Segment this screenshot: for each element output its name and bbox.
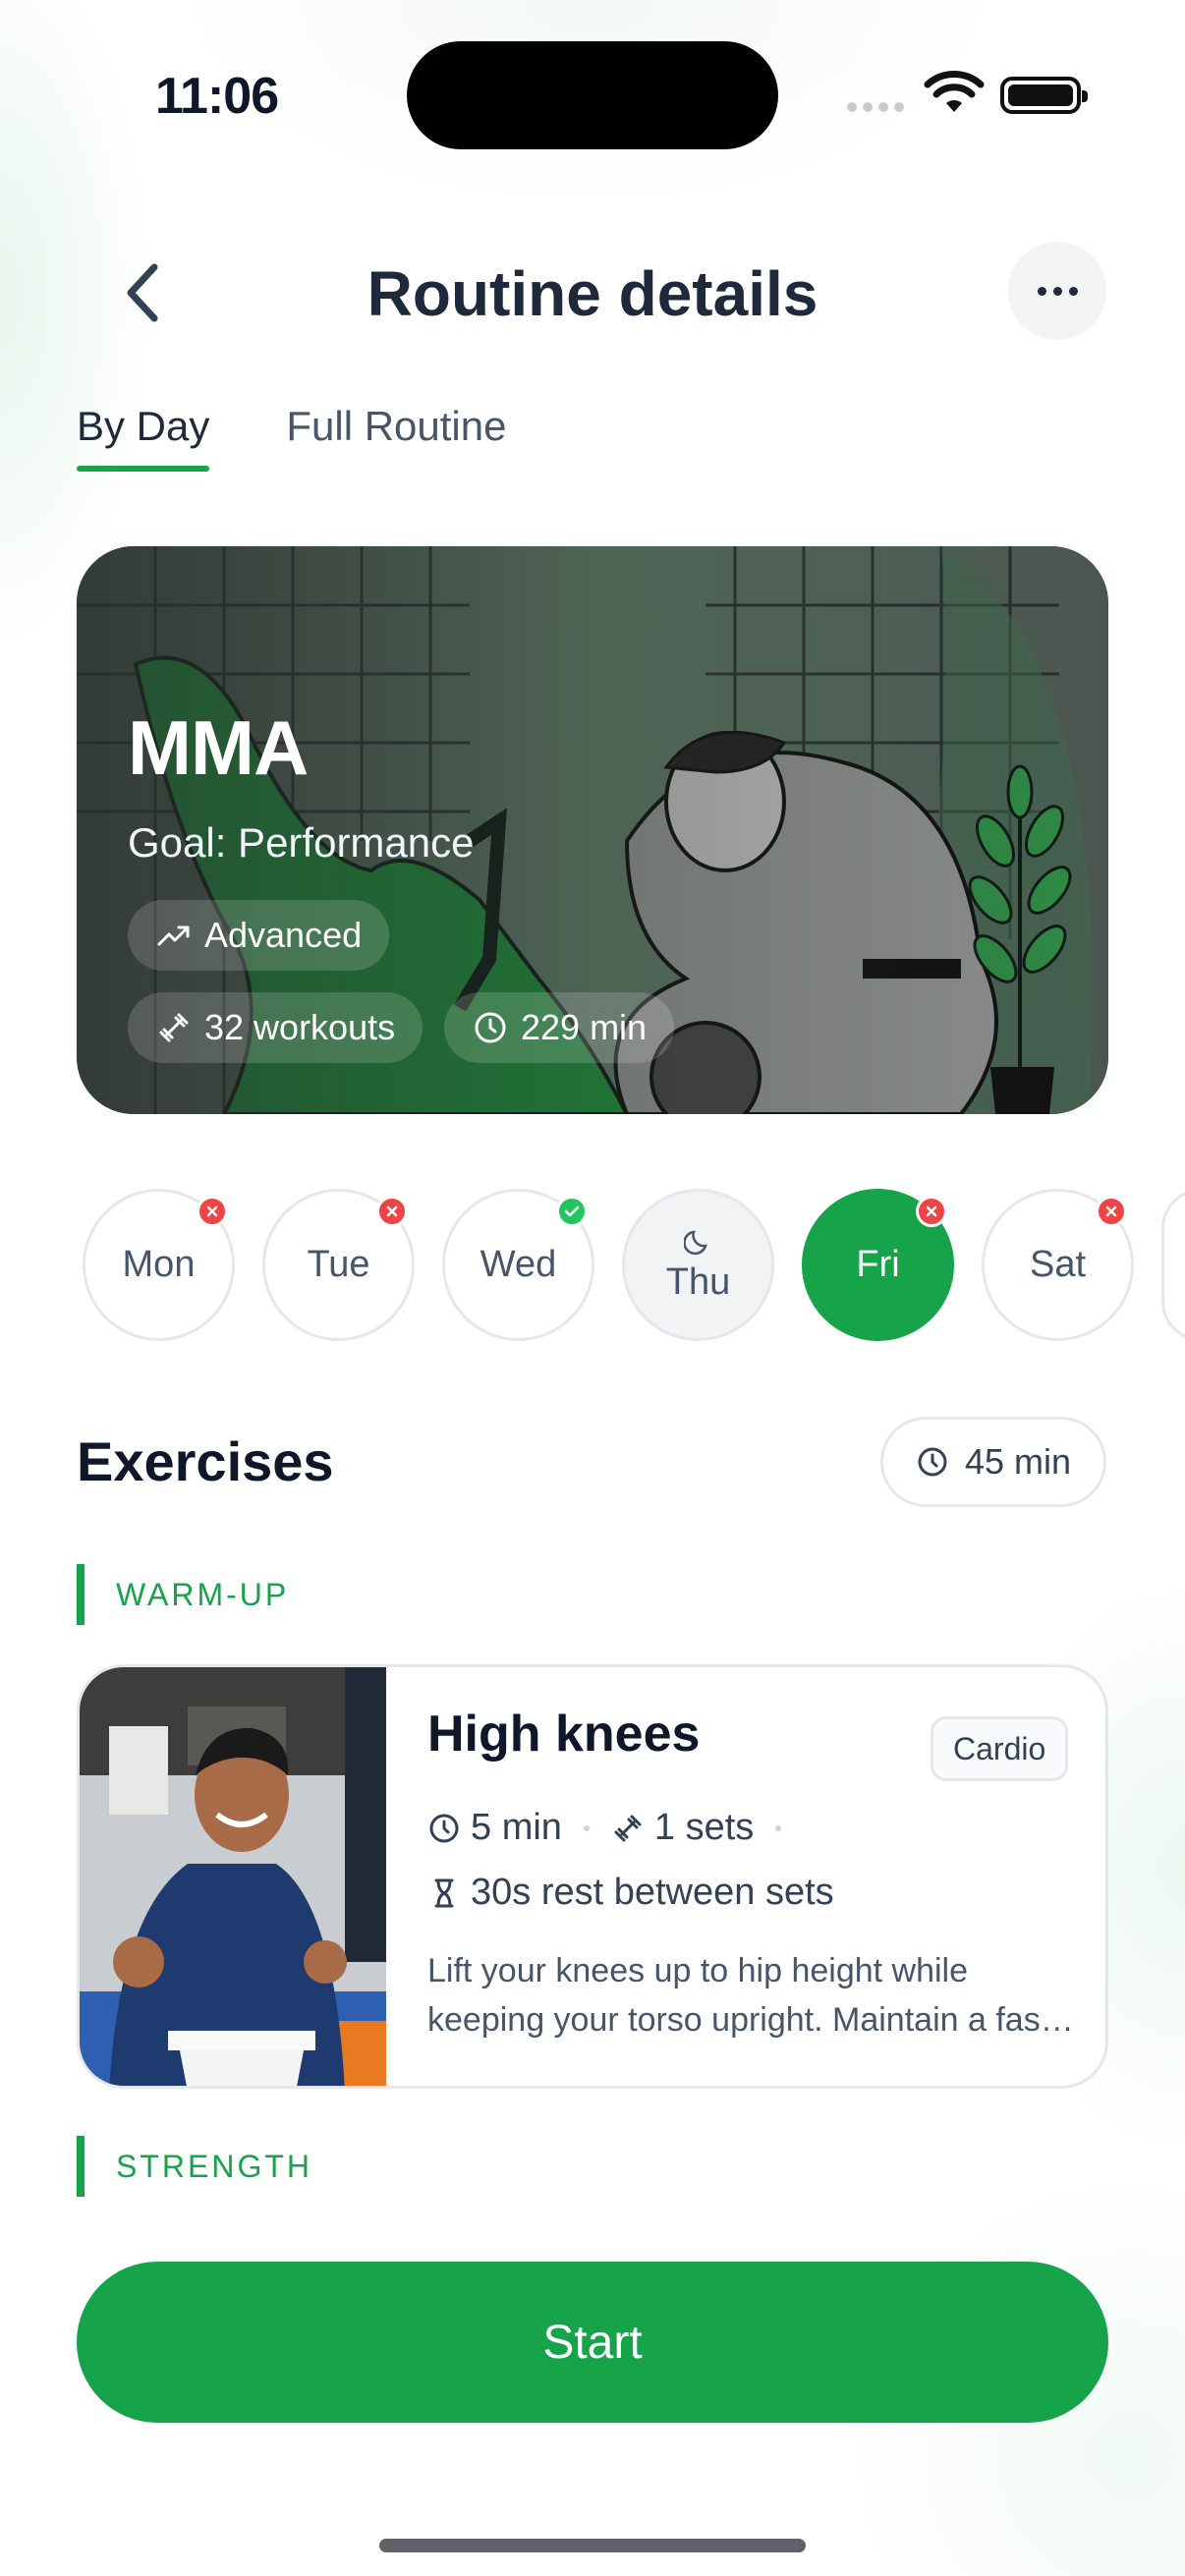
separator-dot bbox=[583, 1824, 590, 1831]
exercise-meta: 5 min 1 sets bbox=[427, 1807, 793, 1849]
exercise-card[interactable]: High knees Cardio 5 min 1 sets 30s rest … bbox=[77, 1664, 1108, 2089]
day-label: Tue bbox=[307, 1244, 370, 1285]
dumbbell-icon bbox=[614, 1815, 642, 1841]
moon-icon bbox=[683, 1230, 707, 1256]
dynamic-island bbox=[407, 41, 778, 149]
routine-hero-card: MMA Goal: Performance Advanced 32 workou… bbox=[77, 546, 1108, 1114]
day-label: Thu bbox=[665, 1261, 731, 1303]
dumbbell-icon bbox=[159, 1013, 189, 1042]
day-label: Sat bbox=[1029, 1244, 1087, 1285]
day-duration-pill: 45 min bbox=[880, 1417, 1106, 1507]
total-duration: 229 min bbox=[521, 1007, 648, 1047]
missed-badge-icon bbox=[916, 1196, 947, 1227]
cellular-signal-icon bbox=[847, 102, 904, 112]
clock-icon bbox=[475, 1012, 506, 1043]
level-label: Advanced bbox=[204, 915, 363, 955]
separator-dot bbox=[775, 1824, 782, 1831]
exercise-name: High knees bbox=[427, 1706, 701, 1763]
home-indicator bbox=[379, 2539, 806, 2552]
more-options-button[interactable] bbox=[1008, 242, 1106, 340]
day-label: Wed bbox=[480, 1244, 557, 1285]
routine-goal: Goal: Performance bbox=[128, 819, 475, 866]
check-badge-icon bbox=[556, 1196, 588, 1227]
day-fri[interactable]: Fri bbox=[802, 1189, 954, 1341]
battery-icon bbox=[1000, 77, 1088, 114]
missed-badge-icon bbox=[197, 1196, 228, 1227]
level-chip: Advanced bbox=[128, 900, 390, 971]
routine-title: MMA bbox=[128, 704, 309, 791]
exercises-title: Exercises bbox=[77, 1430, 334, 1492]
day-selector: Mon Tue Wed Thu Fri Sat bbox=[83, 1189, 1185, 1341]
status-time: 11:06 bbox=[155, 68, 279, 125]
day-label: Mon bbox=[122, 1244, 196, 1285]
day-thu[interactable]: Thu bbox=[622, 1189, 774, 1341]
missed-badge-icon bbox=[376, 1196, 408, 1227]
section-warm-up: WARM-UP bbox=[77, 1564, 289, 1625]
exercise-tag: Cardio bbox=[931, 1716, 1069, 1781]
duration-chip: 229 min bbox=[444, 992, 675, 1063]
clock-icon bbox=[429, 1814, 459, 1842]
start-button[interactable]: Start bbox=[77, 2262, 1108, 2423]
ellipsis-icon bbox=[1037, 286, 1046, 296]
exercise-photo bbox=[80, 1667, 386, 2086]
hourglass-icon bbox=[434, 1878, 454, 1907]
exercise-rest-row: 30s rest between sets bbox=[427, 1872, 834, 1914]
tab-by-day[interactable]: By Day bbox=[77, 403, 210, 472]
tab-bar: By Day Full Routine bbox=[77, 403, 506, 472]
exercise-duration: 5 min bbox=[471, 1807, 562, 1848]
workouts-chip: 32 workouts bbox=[128, 992, 423, 1063]
day-tue[interactable]: Tue bbox=[262, 1189, 415, 1341]
day-wed[interactable]: Wed bbox=[442, 1189, 594, 1341]
day-label: Fri bbox=[856, 1244, 900, 1285]
exercise-description: Lift your knees up to hip height while k… bbox=[427, 1952, 1050, 2039]
wifi-icon bbox=[924, 71, 985, 112]
day-sun-partial[interactable] bbox=[1161, 1189, 1185, 1341]
missed-badge-icon bbox=[1096, 1196, 1127, 1227]
exercise-sets: 1 sets bbox=[653, 1807, 755, 1848]
workouts-count: 32 workouts bbox=[204, 1007, 396, 1047]
day-sat[interactable]: Sat bbox=[982, 1189, 1134, 1341]
trending-up-icon bbox=[157, 925, 190, 946]
section-strength: STRENGTH bbox=[77, 2136, 312, 2197]
tab-full-routine[interactable]: Full Routine bbox=[286, 403, 506, 472]
clock-icon bbox=[918, 1447, 947, 1477]
day-mon[interactable]: Mon bbox=[83, 1189, 235, 1341]
exercise-rest: 30s rest between sets bbox=[471, 1872, 834, 1913]
day-duration: 45 min bbox=[964, 1441, 1072, 1482]
